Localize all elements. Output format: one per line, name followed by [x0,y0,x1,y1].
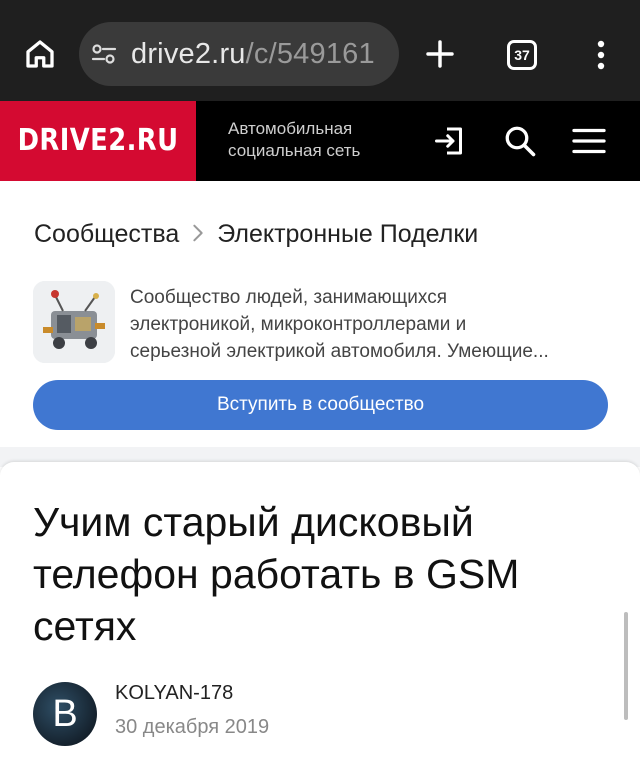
post-date: 30 декабря 2019 [115,716,270,738]
address-bar[interactable]: drive2.ru/c/549161 [79,22,399,86]
tagline-line: социальная сеть [228,141,361,160]
home-icon[interactable] [22,36,58,72]
browser-toolbar: drive2.ru/c/549161 37 [0,0,640,101]
article-title: Учим старый дисковый телефон работать в … [33,496,593,652]
login-icon[interactable] [432,123,468,159]
avatar[interactable]: B [33,682,97,746]
site-tagline: Автомобильная социальная сеть [228,118,418,162]
community-description: Сообщество людей, занимающихся электрони… [130,284,608,365]
description-line: Сообщество людей, занимающихся [130,287,447,308]
site-logo: DRIVE2.RU [0,101,196,181]
scrollbar[interactable] [624,612,628,720]
description-line: электроникой, микроконтроллерами и [130,314,467,335]
breadcrumb-link-community[interactable]: Электронные Поделки [217,220,478,248]
tune-icon[interactable] [91,42,117,66]
site-logo-link[interactable]: DRIVE2.RU [0,101,196,181]
search-icon[interactable] [502,123,538,159]
breadcrumb-link-communities[interactable]: Сообщества [34,220,179,248]
title-line: Учим старый дисковый [33,499,474,545]
join-community-button[interactable]: Вступить в сообщество [33,380,608,430]
hamburger-icon[interactable] [571,123,607,159]
description-line: серьезной электрикой автомобиля. Умеющие… [130,341,549,362]
tagline-line: Автомобильная [228,119,353,138]
title-line: телефон работать в GSM [33,551,520,597]
url-path: /c/549161 [245,38,375,70]
site-header: DRIVE2.RU Автомобильная социальная сеть [0,101,640,181]
electronics-photo-icon [33,281,115,363]
breadcrumb: Сообщества Электронные Поделки [34,220,478,249]
chevron-right-icon [193,224,203,242]
url-text[interactable]: drive2.ru/c/549161 [131,38,375,71]
community-image[interactable] [33,281,115,363]
url-host: drive2.ru [131,38,246,70]
author-name[interactable]: KOLYAN-178 [115,682,233,705]
more-vert-icon[interactable] [596,40,606,70]
tab-switcher-icon[interactable]: 37 [507,40,537,70]
plus-icon[interactable] [424,38,456,70]
title-line: сетях [33,603,137,649]
